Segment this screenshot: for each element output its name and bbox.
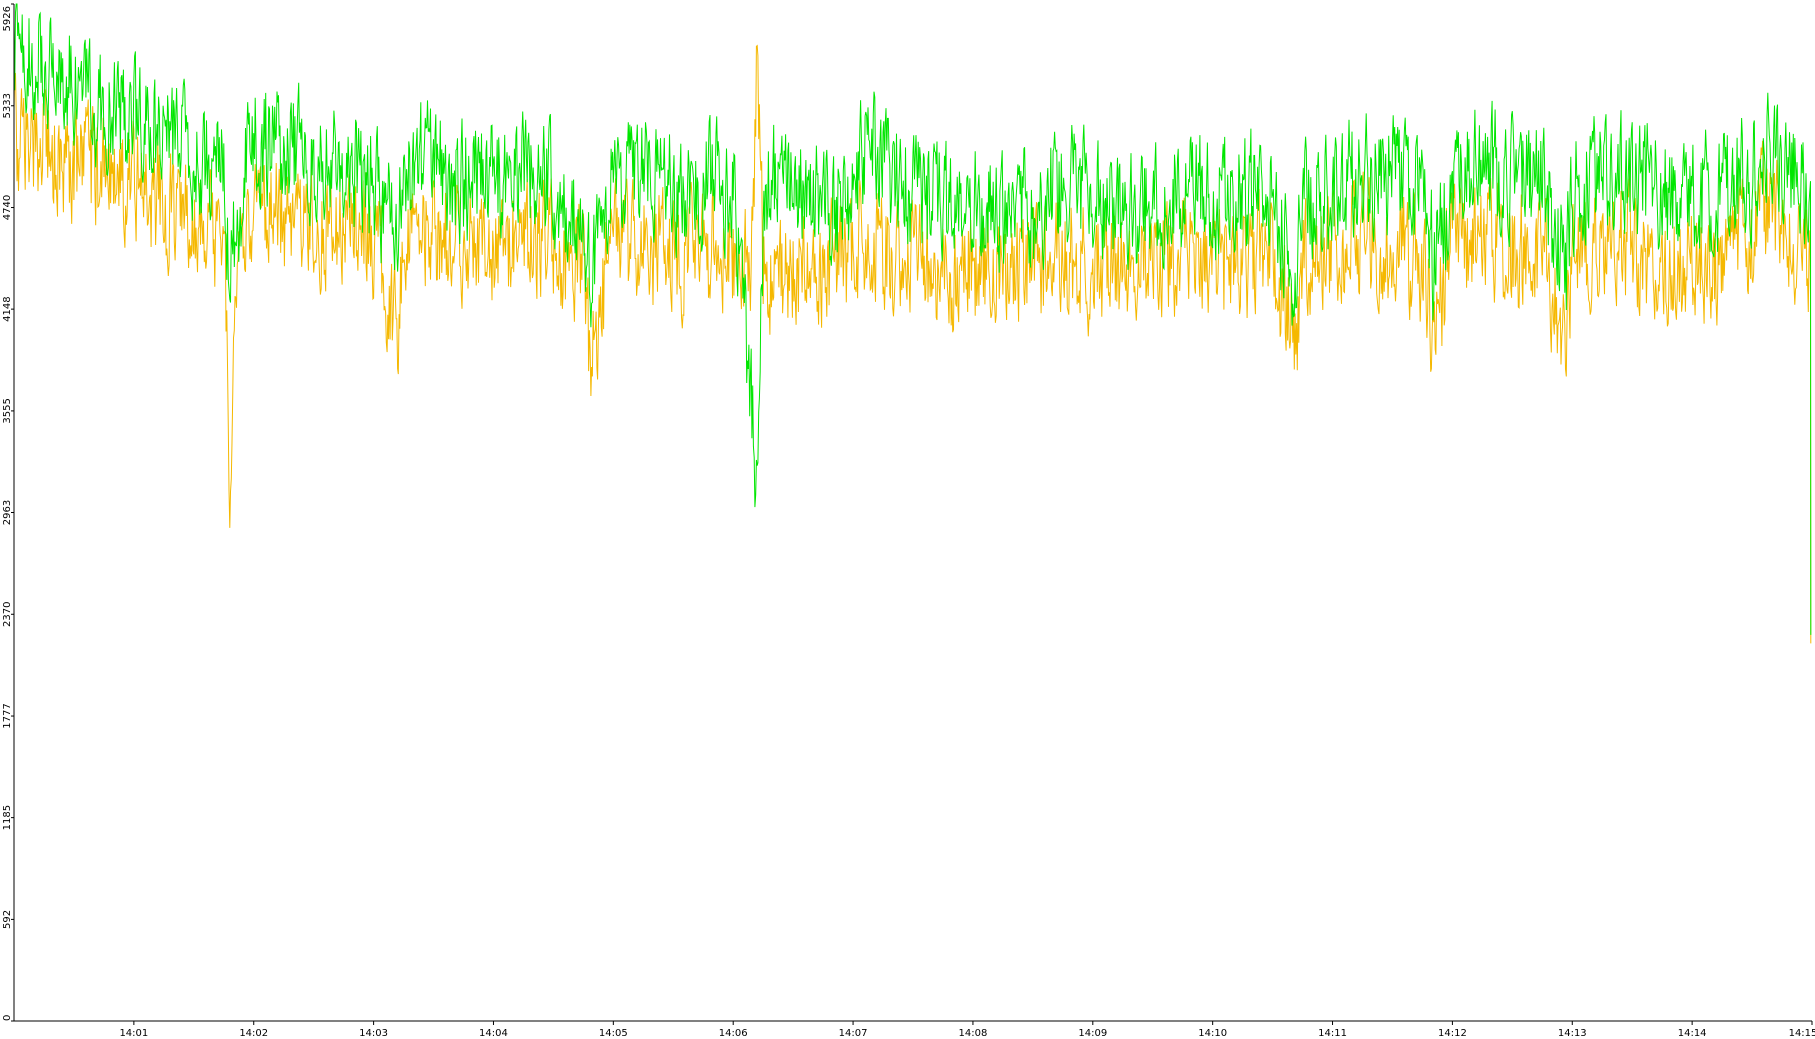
series-line-2 xyxy=(13,44,1812,644)
y-tick-label: 3555 xyxy=(2,398,13,423)
y-tick-label: 4148 xyxy=(2,296,13,321)
x-tick-label: 14:03 xyxy=(359,1028,388,1039)
y-tick-label: 592 xyxy=(2,910,13,929)
y-tick-label: 1777 xyxy=(2,703,13,728)
series-layer xyxy=(13,3,1812,644)
x-tick-label: 14:01 xyxy=(119,1028,148,1039)
y-tick-label: 2963 xyxy=(2,500,13,525)
y-tick-label: 0 xyxy=(2,1015,13,1021)
x-tick-label: 14:08 xyxy=(959,1028,988,1039)
x-tick-label: 14:07 xyxy=(839,1028,868,1039)
y-tick-label: 1185 xyxy=(2,805,13,830)
x-tick-label: 14:04 xyxy=(479,1028,508,1039)
y-tick-label: 5926 xyxy=(2,6,13,31)
x-tick-label: 14:02 xyxy=(239,1028,268,1039)
x-tick-label: 14:05 xyxy=(599,1028,628,1039)
x-tick-label: 14:13 xyxy=(1558,1028,1587,1039)
x-tick-label: 14:06 xyxy=(719,1028,748,1039)
line-chart: 0 592 1185 1777 2370 2963 3555 4148 4740 5333 5926… xyxy=(2,3,1815,1039)
x-axis-ticks: 14:01 14:02 14:03 14:04 14:05 14:06 14:07 14:08… xyxy=(119,1021,1815,1039)
x-tick-label: 14:14 xyxy=(1678,1028,1707,1039)
x-tick-label: 14:12 xyxy=(1438,1028,1467,1039)
x-tick-label: 14:09 xyxy=(1078,1028,1107,1039)
y-tick-label: 4740 xyxy=(2,195,13,220)
x-tick-label: 14:10 xyxy=(1198,1028,1227,1039)
y-tick-label: 2370 xyxy=(2,602,13,627)
y-tick-label: 5333 xyxy=(2,93,13,118)
x-tick-label: 14:15 xyxy=(1789,1028,1815,1039)
x-tick-label: 14:11 xyxy=(1318,1028,1347,1039)
y-axis-ticks: 0 592 1185 1777 2370 2963 3555 4148 4740 5333 5926 xyxy=(2,3,14,1022)
series-line-1 xyxy=(13,3,1812,635)
